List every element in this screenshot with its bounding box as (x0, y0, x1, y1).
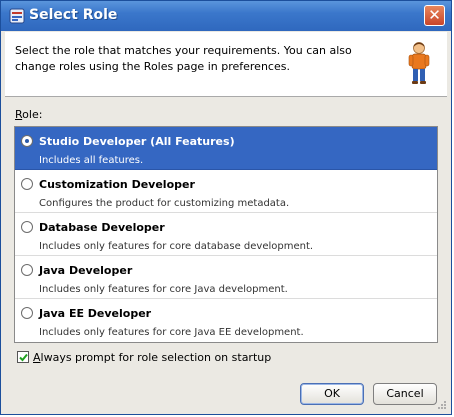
person-icon (408, 42, 430, 84)
role-item-customization-developer[interactable]: Customization Developer Configures the p… (15, 170, 437, 213)
window-title: Select Role (29, 7, 118, 23)
resize-grip-icon[interactable] (437, 400, 447, 410)
role-description: Configures the product for customizing m… (39, 198, 290, 209)
title-bar[interactable]: Select Role ✕ (1, 1, 451, 31)
checkmark-icon (19, 353, 28, 362)
radio-selected-dot (25, 139, 29, 143)
role-description: Includes all features. (39, 155, 144, 166)
role-item-studio-developer[interactable]: Studio Developer (All Features) Includes… (15, 127, 437, 170)
role-item-java-ee-developer[interactable]: Java EE Developer Includes only features… (15, 299, 437, 342)
role-description: Includes only features for core Java dev… (39, 284, 288, 295)
role-radio[interactable] (21, 178, 33, 190)
role-description: Includes only features for core Java EE … (39, 327, 304, 338)
role-name: Database Developer (39, 221, 165, 234)
close-icon: ✕ (428, 6, 441, 24)
role-list: Studio Developer (All Features) Includes… (14, 126, 438, 343)
role-name: Java EE Developer (39, 307, 152, 320)
always-prompt-label[interactable]: Always prompt for role selection on star… (33, 351, 271, 364)
role-description: Includes only features for core database… (39, 241, 314, 252)
instructions-text: Select the role that matches your requir… (15, 44, 352, 73)
close-button[interactable]: ✕ (424, 5, 445, 26)
role-radio[interactable] (21, 264, 33, 276)
role-radio[interactable] (21, 221, 33, 233)
role-radio[interactable] (21, 135, 33, 147)
always-prompt-checkbox[interactable] (17, 351, 29, 363)
role-name: Customization Developer (39, 178, 195, 191)
header-panel: Select the role that matches your requir… (5, 32, 447, 96)
window-icon (9, 8, 25, 24)
role-name: Java Developer (39, 264, 133, 277)
ok-button[interactable]: OK (300, 383, 364, 405)
role-radio[interactable] (21, 307, 33, 319)
role-label: Role: (15, 108, 43, 121)
role-item-database-developer[interactable]: Database Developer Includes only feature… (15, 213, 437, 256)
cancel-button[interactable]: Cancel (373, 383, 437, 405)
role-name: Studio Developer (All Features) (39, 135, 235, 148)
role-item-java-developer[interactable]: Java Developer Includes only features fo… (15, 256, 437, 299)
select-role-dialog: Select Role ✕ Select the role that match… (0, 0, 452, 415)
header-divider (5, 96, 447, 97)
